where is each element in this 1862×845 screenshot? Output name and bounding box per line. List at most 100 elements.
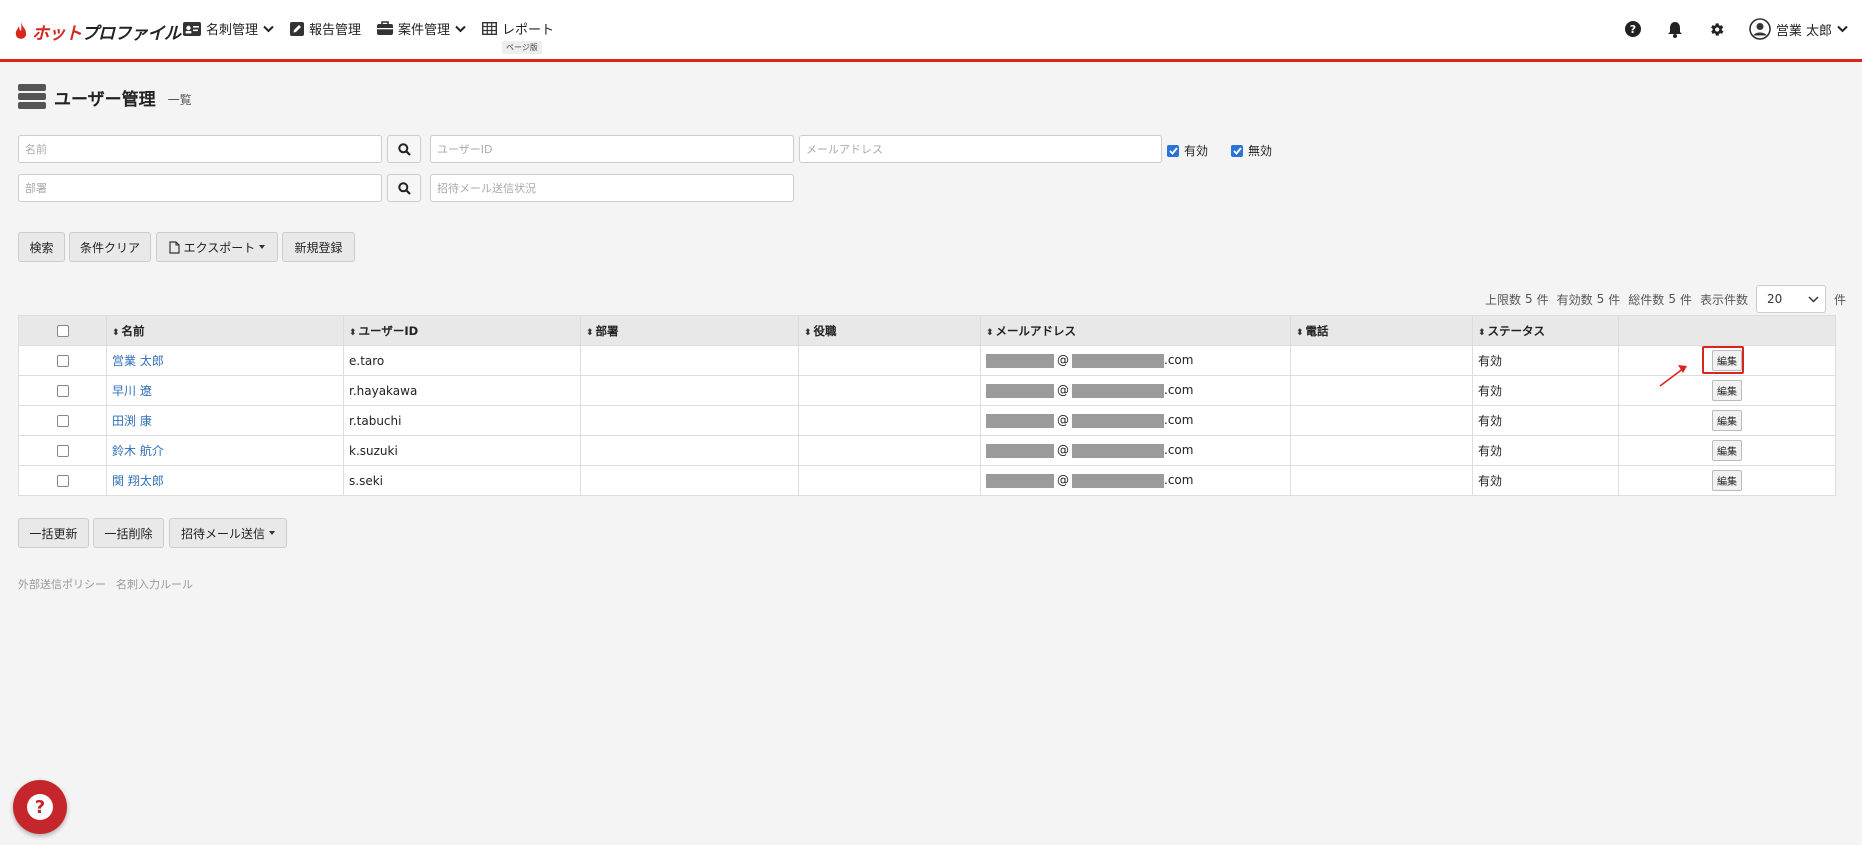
- row-checkbox[interactable]: [56, 385, 69, 397]
- role-cell: [798, 465, 981, 496]
- checkbox-checked[interactable]: [1167, 144, 1179, 157]
- redacted-block: [986, 443, 1054, 458]
- userid-cell: r.hayakawa: [343, 375, 581, 406]
- display-count-select[interactable]: 20: [1755, 285, 1826, 313]
- select-all-header: [18, 315, 107, 346]
- inactive-filter[interactable]: 無効: [1231, 142, 1272, 159]
- brand-logo[interactable]: ホットプロファイル: [14, 19, 181, 44]
- nav-reports[interactable]: 報告管理: [290, 19, 361, 38]
- row-checkbox[interactable]: [56, 355, 69, 367]
- chevron-down-icon: [263, 25, 274, 32]
- header-department[interactable]: ⬍ 部署: [580, 315, 799, 346]
- phone-cell: [1290, 375, 1473, 406]
- user-menu[interactable]: 営業 太郎: [1749, 18, 1848, 40]
- edit-button[interactable]: 編集: [1712, 470, 1742, 491]
- edit-button[interactable]: 編集: [1712, 380, 1742, 401]
- email-tld: .com: [1164, 473, 1194, 488]
- name-cell: 早川 遼: [106, 375, 344, 406]
- invite-status-input[interactable]: [430, 174, 794, 202]
- edit-button[interactable]: 編集: [1712, 410, 1742, 431]
- user-table: ⬍ 名前 ⬍ ユーザーID ⬍ 部署 ⬍ 役職 ⬍ メールアドレス ⬍ 電話 ⬍ ステータス …: [18, 315, 1836, 496]
- nav-report-page[interactable]: レポート ページ版: [482, 19, 554, 54]
- edit-cell: 編集: [1618, 375, 1836, 406]
- export-button-label: エクスポート: [183, 240, 256, 255]
- phone-cell: [1290, 345, 1473, 376]
- user-name-link[interactable]: 営業 太郎: [112, 354, 164, 368]
- header-name[interactable]: ⬍ 名前: [106, 315, 344, 346]
- user-name-link[interactable]: 田渕 康: [112, 414, 152, 428]
- department-search-button[interactable]: [387, 174, 421, 202]
- help-fab-button[interactable]: ?: [13, 780, 67, 834]
- email-input[interactable]: [799, 135, 1162, 163]
- phone-cell: [1290, 405, 1473, 436]
- bulk-delete-button[interactable]: 一括削除: [93, 518, 164, 548]
- email-cell: @ .com: [980, 465, 1291, 496]
- user-name-link[interactable]: 鈴木 航介: [112, 444, 164, 458]
- display-count-label: 表示件数: [1699, 292, 1748, 307]
- edit-button[interactable]: 編集: [1712, 440, 1742, 461]
- active-filter[interactable]: 有効: [1167, 142, 1208, 159]
- userid-cell: e.taro: [343, 345, 581, 376]
- header-role[interactable]: ⬍ 役職: [798, 315, 981, 346]
- name-cell: 関 翔太郎: [106, 465, 344, 496]
- active-count-label: 有効数: [1556, 292, 1593, 307]
- sort-icon: ⬍: [586, 327, 594, 338]
- header-userid[interactable]: ⬍ ユーザーID: [343, 315, 581, 346]
- nav-deals[interactable]: 案件管理: [377, 19, 466, 38]
- select-all-checkbox[interactable]: [56, 325, 69, 337]
- header-status[interactable]: ⬍ ステータス: [1472, 315, 1619, 346]
- userid-cell: s.seki: [343, 465, 581, 496]
- department-search-input[interactable]: [18, 174, 382, 202]
- redacted-block: [986, 473, 1054, 488]
- new-button-label: 新規登録: [294, 240, 343, 255]
- briefcase-icon: [377, 21, 394, 35]
- user-name-link[interactable]: 早川 遼: [112, 384, 152, 398]
- document-icon: [169, 240, 180, 254]
- row-checkbox[interactable]: [56, 475, 69, 487]
- row-checkbox[interactable]: [56, 445, 69, 457]
- edit-cell: 編集: [1618, 435, 1836, 466]
- phone-cell: [1290, 435, 1473, 466]
- question-circle-icon[interactable]: ?: [1623, 19, 1643, 39]
- send-invite-button[interactable]: 招待メール送信: [169, 518, 287, 548]
- header-email[interactable]: ⬍ メールアドレス: [980, 315, 1291, 346]
- export-button[interactable]: エクスポート: [156, 232, 278, 262]
- clear-conditions-button[interactable]: 条件クリア: [69, 232, 151, 262]
- search-button-label: 検索: [29, 240, 54, 255]
- department-cell: [580, 345, 799, 376]
- row-checkbox[interactable]: [56, 415, 69, 427]
- external-policy-link[interactable]: 外部送信ポリシー: [18, 576, 106, 592]
- bell-icon[interactable]: [1665, 19, 1685, 39]
- unit-label: 件: [1833, 292, 1846, 307]
- search-button[interactable]: 検索: [18, 232, 65, 262]
- header-actions: ? 営業 太郎: [1623, 18, 1848, 40]
- phone-cell: [1290, 465, 1473, 496]
- bulk-update-button[interactable]: 一括更新: [18, 518, 89, 548]
- email-cell: @ .com: [980, 435, 1291, 466]
- gear-icon[interactable]: [1707, 19, 1727, 39]
- table-row: 関 翔太郎 s.seki @ .com 有効 編集: [18, 465, 1836, 496]
- department-cell: [580, 375, 799, 406]
- role-cell: [798, 435, 981, 466]
- checkbox-checked[interactable]: [1231, 144, 1243, 157]
- userid-input[interactable]: [430, 135, 794, 163]
- user-name-link[interactable]: 関 翔太郎: [112, 474, 164, 488]
- id-card-icon: [183, 21, 201, 36]
- chevron-down-icon: [1808, 295, 1819, 303]
- nav-business-cards[interactable]: 名刺管理: [183, 19, 274, 38]
- active-filter-label: 有効: [1184, 144, 1209, 158]
- name-search-input[interactable]: [18, 135, 382, 163]
- redacted-block: [1072, 473, 1164, 488]
- new-register-button[interactable]: 新規登録: [282, 232, 355, 262]
- email-at: @: [1057, 473, 1069, 488]
- total-count-label: 総件数: [1628, 292, 1665, 307]
- card-input-rule-link[interactable]: 名刺入力ルール: [116, 576, 193, 592]
- caret-down-icon: [269, 531, 275, 535]
- email-tld: .com: [1164, 383, 1194, 398]
- name-search-button[interactable]: [387, 135, 421, 163]
- userid-cell: r.tabuchi: [343, 405, 581, 436]
- header-phone[interactable]: ⬍ 電話: [1290, 315, 1473, 346]
- sort-icon: ⬍: [112, 327, 120, 338]
- header-label: 部署: [595, 323, 619, 338]
- table-row: 営業 太郎 e.taro @ .com 有効 編集: [18, 345, 1836, 376]
